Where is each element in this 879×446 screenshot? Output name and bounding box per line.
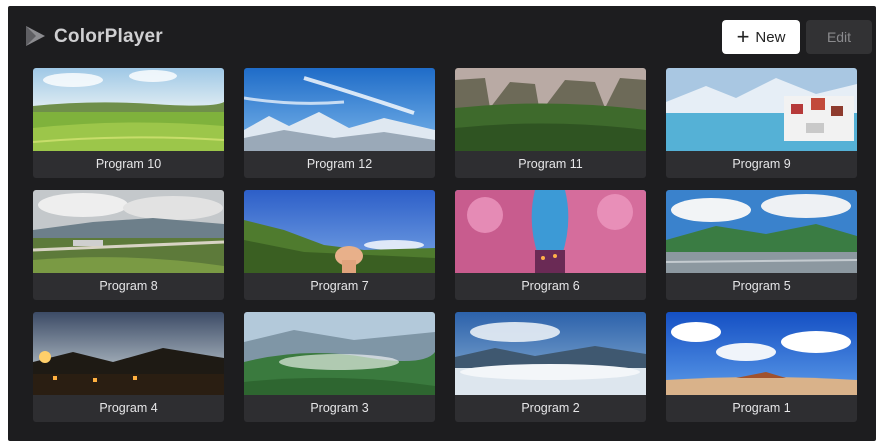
app-header: ColorPlayer + New Edit — [8, 6, 876, 64]
program-card[interactable]: Program 4 — [33, 312, 224, 422]
program-thumbnail — [244, 312, 435, 395]
program-thumbnail — [33, 312, 224, 395]
program-thumbnail — [666, 190, 857, 273]
program-thumbnail — [244, 190, 435, 273]
program-label: Program 3 — [310, 401, 369, 415]
program-card[interactable]: Program 2 — [455, 312, 646, 422]
program-thumbnail — [666, 68, 857, 151]
program-label: Program 12 — [306, 157, 373, 171]
program-card[interactable]: Program 9 — [666, 68, 857, 178]
program-thumbnail — [455, 312, 646, 395]
program-thumbnail — [244, 68, 435, 151]
new-program-button[interactable]: + New — [722, 20, 800, 54]
program-card[interactable]: Program 6 — [455, 190, 646, 300]
program-label: Program 11 — [518, 157, 583, 171]
program-label: Program 6 — [521, 279, 580, 293]
play-logo-icon — [26, 26, 45, 46]
program-card[interactable]: Program 5 — [666, 190, 857, 300]
program-card[interactable]: Program 10 — [33, 68, 224, 178]
program-card[interactable]: Program 1 — [666, 312, 857, 422]
program-label: Program 7 — [310, 279, 369, 293]
program-card[interactable]: Program 3 — [244, 312, 435, 422]
program-label: Program 1 — [732, 401, 791, 415]
edit-button[interactable]: Edit — [806, 20, 872, 54]
app-screen: ColorPlayer + New Edit Program 10 Progra… — [8, 6, 876, 441]
program-thumbnail — [666, 312, 857, 395]
program-grid: Program 10 Program 12 Program 11 Program… — [33, 68, 857, 422]
program-card[interactable]: Program 12 — [244, 68, 435, 178]
program-label: Program 10 — [95, 157, 162, 171]
program-thumbnail — [455, 68, 646, 151]
program-card[interactable]: Program 8 — [33, 190, 224, 300]
program-label: Program 9 — [732, 157, 791, 171]
plus-icon: + — [736, 24, 750, 49]
program-thumbnail — [33, 190, 224, 273]
program-label: Program 5 — [732, 279, 791, 293]
program-label: Program 4 — [99, 401, 158, 415]
program-label: Program 2 — [521, 401, 580, 415]
program-thumbnail — [33, 68, 224, 151]
program-card[interactable]: Program 7 — [244, 190, 435, 300]
program-label: Program 8 — [99, 279, 158, 293]
program-card[interactable]: Program 11 — [455, 68, 646, 178]
program-thumbnail — [455, 190, 646, 273]
new-button-label: New — [755, 28, 786, 46]
app-title: ColorPlayer — [54, 26, 163, 47]
